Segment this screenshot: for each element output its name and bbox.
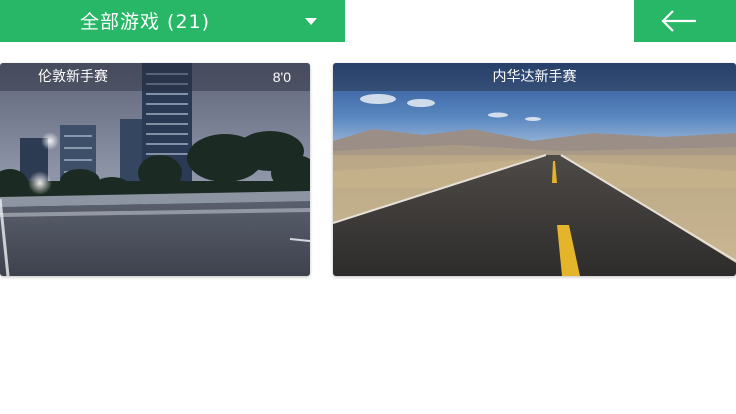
game-filter-label: 全部游戏 (21)	[80, 11, 211, 33]
arrow-left-icon	[661, 10, 696, 32]
london-road-image	[0, 63, 310, 276]
nevada-road-image	[333, 63, 736, 276]
card-header: 内华达新手赛	[333, 63, 736, 91]
game-filter-dropdown[interactable]: 全部游戏 (21)	[0, 0, 345, 42]
game-title: 伦敦新手赛	[38, 69, 108, 85]
back-button[interactable]	[634, 0, 736, 42]
game-count: 8'0	[272, 69, 291, 85]
game-card-nevada[interactable]: 内华达新手赛	[333, 63, 736, 276]
game-list-screen: 全部游戏 (21) 伦敦新手赛 8'0 内华达新手赛	[0, 0, 736, 414]
game-card-london[interactable]: 伦敦新手赛 8'0	[0, 63, 310, 276]
caret-down-icon	[305, 18, 317, 25]
card-header: 伦敦新手赛 8'0	[0, 63, 310, 91]
game-title: 内华达新手赛	[492, 69, 577, 85]
